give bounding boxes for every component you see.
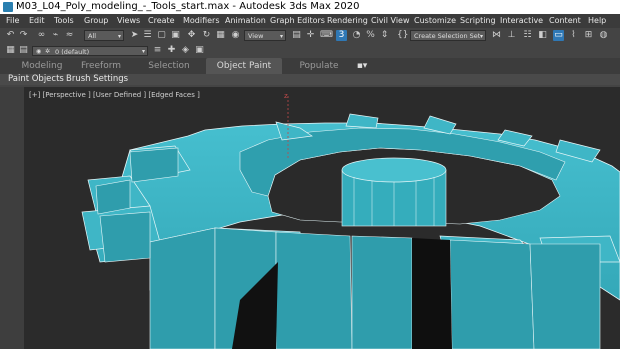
mirror-icon[interactable]: ⋈ xyxy=(491,30,502,41)
window-title: M03_L04_Poly_modeling_-_Tools_start.max … xyxy=(16,1,360,12)
select-object-icon[interactable]: ➤ xyxy=(129,30,140,41)
layer-icon[interactable]: ▦ xyxy=(5,45,16,56)
tab-object-paint[interactable]: Object Paint xyxy=(206,58,282,74)
menu-views[interactable]: Views xyxy=(117,14,140,28)
ribbon-options-icon[interactable]: ▪▾ xyxy=(352,58,372,74)
app-window: M03_L04_Poly_modeling_-_Tools_start.max … xyxy=(0,0,620,349)
menu-rendering[interactable]: Rendering xyxy=(327,14,368,28)
app-logo-icon xyxy=(3,2,13,12)
material-editor-icon[interactable]: ◍ xyxy=(598,30,609,41)
panel-paint-objects[interactable]: Paint Objects xyxy=(8,74,64,85)
pivot-center-icon[interactable]: ▤ xyxy=(291,30,302,41)
current-layer-name: 0 (default) xyxy=(55,48,90,56)
reference-coordinate-dropdown[interactable]: View ▾ xyxy=(244,30,286,41)
curve-editor-icon[interactable]: ⌇ xyxy=(568,30,579,41)
menu-content[interactable]: Content xyxy=(549,14,581,28)
percent-snap-icon[interactable]: % xyxy=(365,30,376,41)
gear-front-gap xyxy=(412,238,452,349)
set-current-layer-icon[interactable]: ▣ xyxy=(194,45,205,56)
schematic-view-icon[interactable]: ⊞ xyxy=(583,30,594,41)
menu-civil-view[interactable]: Civil View xyxy=(371,14,410,28)
placement-icon[interactable]: ◉ xyxy=(230,30,241,41)
chevron-down-icon: ▾ xyxy=(141,48,145,55)
menu-customize[interactable]: Customize xyxy=(414,14,456,28)
menu-group[interactable]: Group xyxy=(84,14,108,28)
selection-filter-dropdown[interactable]: All ▾ xyxy=(84,30,124,41)
select-scale-icon[interactable]: ▦ xyxy=(215,30,226,41)
perspective-viewport[interactable]: z [+] [Perspective ] [User Defined ] [Ed… xyxy=(0,87,620,349)
chevron-down-icon: ▾ xyxy=(279,33,283,40)
ribbon-panel: Paint Objects Brush Settings xyxy=(0,74,620,85)
tab-populate[interactable]: Populate xyxy=(294,58,344,74)
unlink-icon[interactable]: ⌁ xyxy=(50,30,61,41)
viewport-label[interactable]: [+] [Perspective ] [User Defined ] [Edge… xyxy=(29,91,200,99)
selection-filter-value: All xyxy=(88,32,97,40)
tab-freeform[interactable]: Freeform xyxy=(76,58,126,74)
main-toolbar: ↶ ↷ ∞ ⌁ ≈ All ▾ ➤ ☰ ▢ ▣ ✥ ↻ ▦ ◉ View ▾ ▤… xyxy=(0,28,620,45)
axis-z-label: z xyxy=(284,92,288,100)
named-selection-set-value: Create Selection Set xyxy=(414,32,481,40)
menu-graph-editors[interactable]: Graph Editors xyxy=(270,14,325,28)
spinner-snap-icon[interactable]: ⇕ xyxy=(379,30,390,41)
menu-edit[interactable]: Edit xyxy=(29,14,45,28)
menu-scripting[interactable]: Scripting xyxy=(460,14,496,28)
ribbon-tab-bar: Modeling Freeform Selection Object Paint… xyxy=(0,58,620,74)
reference-coordinate-value: View xyxy=(248,32,264,40)
chevron-down-icon: ▾ xyxy=(117,33,121,40)
select-by-name-icon[interactable]: ☰ xyxy=(142,30,153,41)
menu-modifiers[interactable]: Modifiers xyxy=(183,14,220,28)
link-icon[interactable]: ∞ xyxy=(36,30,47,41)
create-layer-icon[interactable]: ≡ xyxy=(152,45,163,56)
menu-interactive[interactable]: Interactive xyxy=(500,14,543,28)
menu-bar: File Edit Tools Group Views Create Modif… xyxy=(0,14,620,28)
add-to-layer-icon[interactable]: ✚ xyxy=(166,45,177,56)
menu-file[interactable]: File xyxy=(6,14,19,28)
tab-selection[interactable]: Selection xyxy=(142,58,196,74)
select-move-icon[interactable]: ✥ xyxy=(186,30,197,41)
freeze-snowflake-icon: ✲ xyxy=(45,48,51,55)
named-selection-set-dropdown[interactable]: Create Selection Set ▾ xyxy=(410,30,486,41)
viewport-canvas: z xyxy=(24,87,620,349)
layer-toolbar: ▦ ▤ ◉ ✲ 0 (default) ▾ ≡ ✚ ◈ ▣ xyxy=(0,44,620,58)
toggle-scene-explorer-icon[interactable]: ☷ xyxy=(522,30,533,41)
redo-icon[interactable]: ↷ xyxy=(18,30,29,41)
menu-tools[interactable]: Tools xyxy=(54,14,74,28)
select-in-layer-icon[interactable]: ◈ xyxy=(180,45,191,56)
menu-animation[interactable]: Animation xyxy=(225,14,266,28)
snaps-toggle-icon[interactable]: 3 xyxy=(336,30,347,41)
layer-list-icon[interactable]: ▤ xyxy=(18,45,29,56)
edit-named-selection-icon[interactable]: {} xyxy=(397,30,408,41)
rectangular-selection-icon[interactable]: ▢ xyxy=(156,30,167,41)
keyboard-shortcut-icon[interactable]: ⌨ xyxy=(320,30,333,41)
menu-create[interactable]: Create xyxy=(148,14,175,28)
menu-help[interactable]: Help xyxy=(588,14,606,28)
panel-brush-settings[interactable]: Brush Settings xyxy=(66,74,128,85)
select-rotate-icon[interactable]: ↻ xyxy=(201,30,212,41)
select-manipulate-icon[interactable]: ✛ xyxy=(305,30,316,41)
visibility-eye-icon: ◉ xyxy=(36,48,42,55)
toggle-layer-explorer-icon[interactable]: ◧ xyxy=(537,30,548,41)
align-icon[interactable]: ⊥ xyxy=(506,30,517,41)
current-layer-dropdown[interactable]: ◉ ✲ 0 (default) ▾ xyxy=(32,46,148,56)
undo-icon[interactable]: ↶ xyxy=(5,30,16,41)
gear-hub-top xyxy=(341,157,447,183)
chevron-down-icon: ▾ xyxy=(479,33,483,40)
window-crossing-icon[interactable]: ▣ xyxy=(170,30,181,41)
title-bar: M03_L04_Poly_modeling_-_Tools_start.max … xyxy=(0,0,620,14)
tab-modeling[interactable]: Modeling xyxy=(14,58,70,74)
angle-snap-icon[interactable]: ◔ xyxy=(351,30,362,41)
bind-space-warp-icon[interactable]: ≈ xyxy=(64,30,75,41)
toggle-ribbon-icon[interactable]: ▭ xyxy=(553,30,564,41)
